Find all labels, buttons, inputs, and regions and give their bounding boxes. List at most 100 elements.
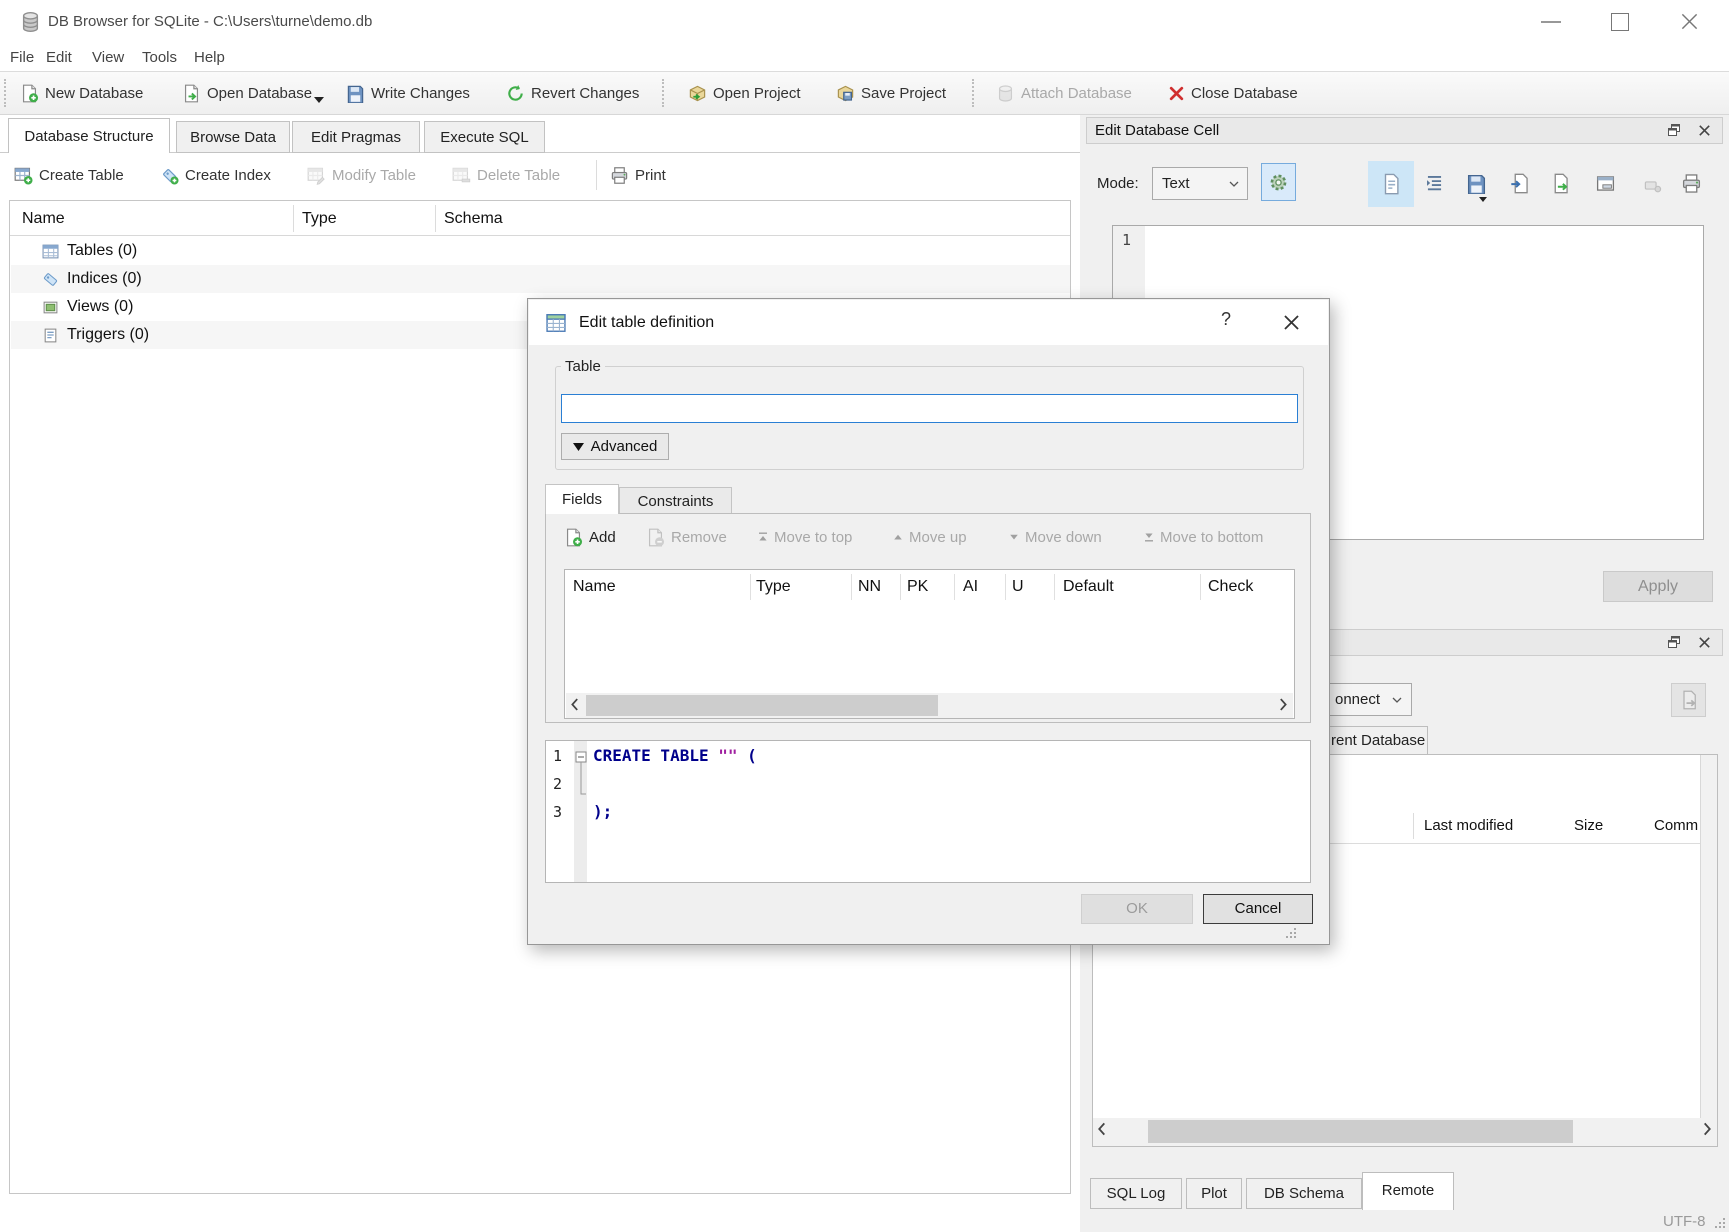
float-panel-icon[interactable]	[1666, 634, 1682, 650]
col-check[interactable]: Check	[1208, 570, 1253, 604]
col-type[interactable]: Type	[756, 570, 791, 604]
dialog-close-icon[interactable]	[1282, 313, 1301, 332]
tree-col-name[interactable]: Name	[22, 201, 65, 236]
maximize-icon[interactable]	[1611, 13, 1629, 31]
tab-sql-log[interactable]: SQL Log	[1090, 1178, 1182, 1209]
mode-select[interactable]: Text	[1152, 167, 1248, 200]
remote-col-last-modified[interactable]: Last modified	[1424, 809, 1513, 843]
print-cell-icon[interactable]	[1681, 173, 1702, 194]
create-table-icon	[14, 166, 33, 185]
cancel-button[interactable]: Cancel	[1203, 894, 1313, 924]
scroll-left-icon[interactable]	[1097, 1122, 1106, 1136]
write-changes-button[interactable]: Write Changes	[346, 72, 470, 114]
tab-fields[interactable]: Fields	[545, 484, 619, 514]
menu-help[interactable]: Help	[190, 44, 229, 71]
close-panel-icon[interactable]	[1697, 123, 1712, 138]
import-cell-icon[interactable]	[1510, 173, 1531, 194]
col-u[interactable]: U	[1012, 570, 1024, 604]
encoding-indicator[interactable]: UTF-8	[1663, 1213, 1706, 1230]
move-up-button[interactable]: Move up	[893, 524, 967, 550]
tree-row-indices[interactable]: Indices (0)	[11, 265, 1070, 293]
revert-changes-button[interactable]: Revert Changes	[506, 72, 639, 114]
open-database-button[interactable]: Open Database	[182, 72, 312, 114]
close-icon[interactable]	[1680, 12, 1699, 31]
tab-execute-sql[interactable]: Execute SQL	[424, 121, 545, 153]
save-cell-icon[interactable]	[1466, 173, 1487, 194]
float-panel-icon[interactable]	[1666, 122, 1682, 138]
mode-settings-icon	[1268, 172, 1289, 193]
remove-field-button[interactable]: Remove	[646, 524, 727, 550]
move-to-bottom-button[interactable]: Move to bottom	[1144, 524, 1263, 550]
add-field-button[interactable]: Add	[564, 524, 616, 550]
scrollbar-thumb[interactable]	[1148, 1120, 1573, 1143]
delete-table-button[interactable]: Delete Table	[452, 152, 560, 198]
remote-vertical-scrollbar[interactable]	[1700, 755, 1717, 1118]
print-button[interactable]: Print	[610, 152, 666, 198]
save-project-button[interactable]: Save Project	[836, 72, 946, 114]
mode-label: Mode:	[1097, 175, 1139, 192]
remote-col-commit[interactable]: Comm	[1654, 809, 1698, 843]
minimize-icon[interactable]	[1541, 20, 1561, 24]
col-name[interactable]: Name	[573, 570, 616, 604]
delete-table-icon	[452, 166, 471, 185]
col-default[interactable]: Default	[1063, 570, 1114, 604]
create-index-button[interactable]: Create Index	[160, 152, 271, 198]
tab-plot[interactable]: Plot	[1186, 1178, 1242, 1209]
remote-push-button[interactable]	[1671, 683, 1706, 717]
dialog-title-bar[interactable]: Edit table definition ?	[529, 300, 1328, 345]
fields-horizontal-scrollbar[interactable]	[566, 693, 1293, 718]
tab-db-schema[interactable]: DB Schema	[1246, 1178, 1362, 1209]
col-nn[interactable]: NN	[858, 570, 881, 604]
toolbar-separator	[972, 79, 974, 107]
tab-remote[interactable]: Remote	[1362, 1172, 1454, 1210]
open-database-dropdown-icon[interactable]	[314, 97, 324, 103]
triggers-icon	[42, 327, 59, 344]
remove-field-icon	[646, 528, 665, 547]
save-cell-dropdown-icon[interactable]	[1479, 197, 1487, 202]
dialog-help-icon[interactable]: ?	[1215, 309, 1237, 330]
modify-table-button[interactable]: Modify Table	[307, 152, 416, 198]
mode-settings-button[interactable]	[1261, 163, 1296, 201]
tree-col-schema[interactable]: Schema	[444, 201, 503, 236]
create-table-button[interactable]: Create Table	[14, 152, 124, 198]
close-panel-icon[interactable]	[1697, 635, 1712, 650]
tree-col-type[interactable]: Type	[302, 201, 337, 236]
tab-database-structure[interactable]: Database Structure	[8, 118, 170, 153]
scrollbar-thumb[interactable]	[586, 695, 938, 716]
menu-tools[interactable]: Tools	[138, 44, 181, 71]
apply-button[interactable]: Apply	[1603, 571, 1713, 602]
move-down-button[interactable]: Move down	[1009, 524, 1102, 550]
remote-col-size[interactable]: Size	[1574, 809, 1603, 843]
open-in-window-icon[interactable]	[1595, 173, 1616, 194]
table-name-input[interactable]	[561, 394, 1298, 423]
tables-icon	[42, 243, 59, 260]
null-cell-icon[interactable]	[1643, 176, 1662, 195]
tab-constraints[interactable]: Constraints	[619, 487, 732, 514]
revert-changes-icon	[506, 84, 525, 103]
tree-row-tables[interactable]: Tables (0)	[11, 237, 1070, 265]
scroll-right-icon[interactable]	[1279, 698, 1288, 711]
remote-horizontal-scrollbar[interactable]	[1093, 1118, 1717, 1146]
new-database-button[interactable]: New Database	[20, 72, 143, 114]
close-database-button[interactable]: Close Database	[1168, 72, 1298, 114]
menu-view[interactable]: View	[88, 44, 128, 71]
ok-button[interactable]: OK	[1081, 894, 1193, 924]
col-ai[interactable]: AI	[963, 570, 978, 604]
word-wrap-icon[interactable]	[1424, 173, 1445, 194]
col-pk[interactable]: PK	[907, 570, 928, 604]
tab-edit-pragmas[interactable]: Edit Pragmas	[292, 121, 420, 153]
open-project-button[interactable]: Open Project	[688, 72, 801, 114]
scroll-right-icon[interactable]	[1703, 1122, 1712, 1136]
attach-database-button[interactable]: Attach Database	[996, 72, 1132, 114]
menu-edit[interactable]: Edit	[42, 44, 76, 71]
advanced-button[interactable]: Advanced	[561, 433, 669, 460]
fold-marker-icon[interactable]	[575, 751, 587, 799]
move-bottom-icon	[1144, 532, 1154, 542]
scroll-left-icon[interactable]	[570, 698, 579, 711]
text-mode-button[interactable]	[1368, 161, 1414, 207]
move-to-top-button[interactable]: Move to top	[758, 524, 852, 550]
modify-table-icon	[307, 166, 326, 185]
menu-file[interactable]: File	[6, 44, 38, 71]
export-cell-icon[interactable]	[1550, 173, 1571, 194]
tab-browse-data[interactable]: Browse Data	[176, 121, 290, 153]
